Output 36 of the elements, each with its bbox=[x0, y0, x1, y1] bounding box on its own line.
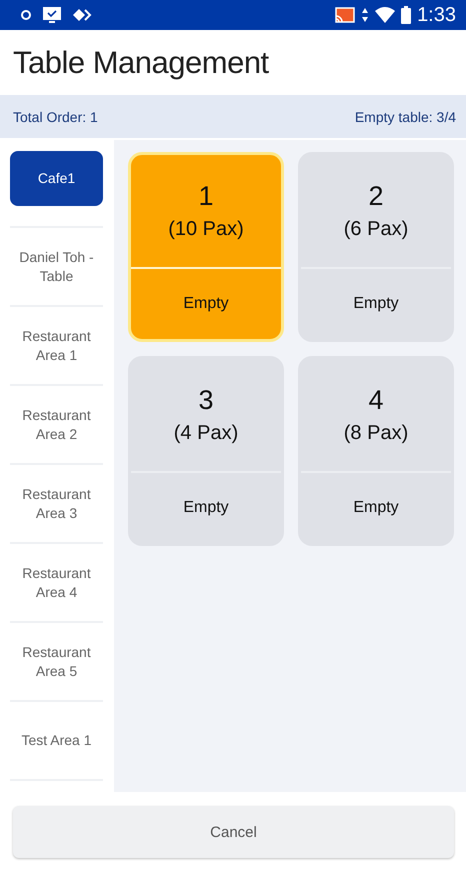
table-status: Empty bbox=[183, 499, 229, 517]
page-title: Table Management bbox=[13, 44, 269, 80]
total-order-text: Total Order: 1 bbox=[13, 108, 98, 124]
table-card[interactable]: 3 (4 Pax) Empty bbox=[128, 356, 284, 546]
table-number: 1 bbox=[198, 181, 214, 212]
battery-icon bbox=[401, 6, 412, 24]
table-status: Empty bbox=[353, 295, 399, 313]
area-tab[interactable]: Test Area 1 bbox=[15, 731, 98, 750]
cancel-button[interactable]: Cancel bbox=[13, 806, 454, 858]
app-notification-icon bbox=[20, 9, 32, 21]
area-tab[interactable]: Restaurant Area 5 bbox=[10, 642, 103, 680]
table-capacity: (10 Pax) bbox=[168, 218, 244, 241]
area-tab[interactable]: Daniel Toh - Table bbox=[10, 248, 103, 286]
table-number: 3 bbox=[198, 385, 214, 416]
empty-table-count: Empty table: 3/4 bbox=[354, 108, 456, 124]
table-capacity: (6 Pax) bbox=[344, 218, 408, 241]
table-card[interactable]: 2 (6 Pax) Empty bbox=[298, 152, 454, 342]
area-tab[interactable]: Restaurant Area 3 bbox=[10, 484, 103, 522]
table-capacity: (8 Pax) bbox=[344, 422, 408, 445]
table-number: 4 bbox=[368, 385, 384, 416]
area-tab[interactable]: Restaurant Area 1 bbox=[10, 326, 103, 364]
cast-icon bbox=[335, 7, 356, 23]
area-tab[interactable]: Restaurant Area 2 bbox=[10, 406, 103, 444]
diamond-arrow-icon bbox=[72, 8, 92, 22]
data-arrows-icon bbox=[361, 7, 370, 23]
monitor-check-icon bbox=[42, 6, 62, 24]
wifi-icon bbox=[375, 7, 396, 23]
area-tab[interactable]: Cafe1 bbox=[10, 150, 103, 206]
table-card[interactable]: 1 (10 Pax) Empty bbox=[128, 152, 284, 342]
table-status: Empty bbox=[183, 295, 229, 313]
area-tab[interactable]: Restaurant Area 4 bbox=[10, 564, 103, 602]
clock-time: 1:33 bbox=[417, 4, 456, 26]
table-status: Empty bbox=[353, 499, 399, 517]
table-number: 2 bbox=[368, 181, 384, 212]
table-card[interactable]: 4 (8 Pax) Empty bbox=[298, 356, 454, 546]
table-capacity: (4 Pax) bbox=[174, 422, 238, 445]
